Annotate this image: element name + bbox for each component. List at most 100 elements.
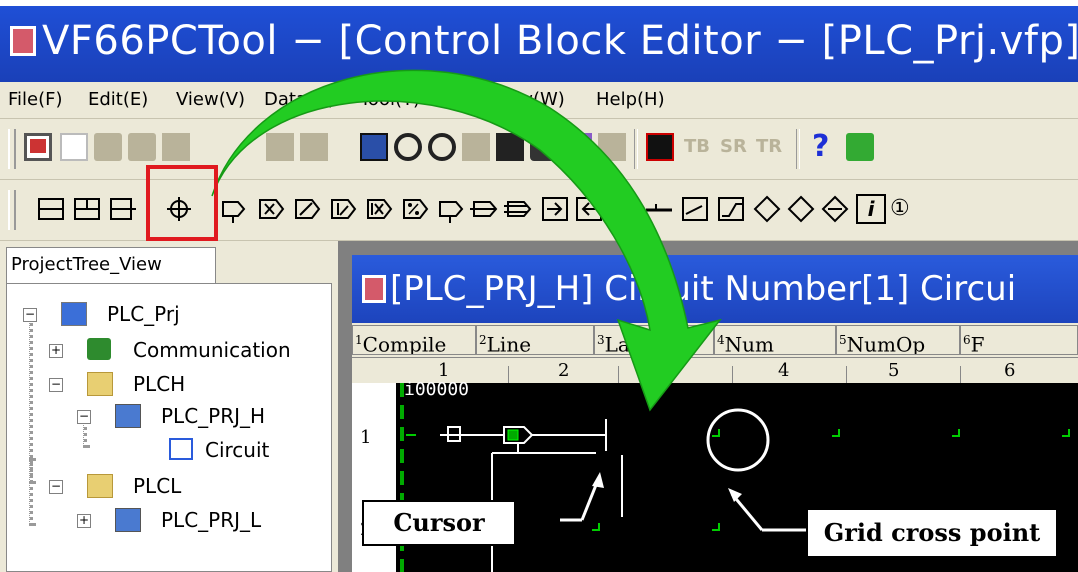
monitor-icon[interactable] xyxy=(24,133,52,161)
switch-box-icon[interactable] xyxy=(680,194,710,224)
grid-cross-point xyxy=(1062,429,1070,437)
expand-icon[interactable]: + xyxy=(77,514,91,528)
limiter-box-icon[interactable] xyxy=(716,194,746,224)
normally-closed-contact-icon[interactable] xyxy=(644,194,674,224)
tree-item-label: PLCH xyxy=(133,372,186,396)
triple-arrow-out-icon[interactable] xyxy=(504,194,534,224)
tab-project-tree[interactable]: ProjectTree_View xyxy=(6,247,216,283)
paste-special-icon[interactable] xyxy=(300,133,328,161)
menu-edit[interactable]: Edit(E) xyxy=(88,89,148,110)
waveform-icon[interactable] xyxy=(646,133,674,161)
import-icon[interactable] xyxy=(462,133,490,161)
column-number: 2 xyxy=(558,360,570,381)
column-number: 4 xyxy=(778,360,790,381)
editor-title-bar: [PLC_PRJ_H] Circuit Number[1] Circui xyxy=(352,255,1078,323)
number-circle-icon[interactable]: ① xyxy=(890,194,920,224)
diamond-both-icon[interactable] xyxy=(820,194,850,224)
circuit-icon xyxy=(169,438,193,460)
tab-ladder[interactable]: 3Ladder xyxy=(594,325,714,355)
print-preview-icon[interactable] xyxy=(530,133,558,161)
title-bar: VF66PCTool − [Control Block Editor − [PL… xyxy=(0,6,1078,82)
paste-icon[interactable] xyxy=(266,133,294,161)
toolbar-separator xyxy=(796,129,800,169)
tree-item-plc-prj-h[interactable]: − PLC_PRJ_H xyxy=(7,402,327,430)
double-box-icon[interactable] xyxy=(72,194,102,224)
double-arrow-out-icon[interactable] xyxy=(470,194,500,224)
collapse-icon[interactable]: − xyxy=(49,378,63,392)
windows-icon xyxy=(115,508,141,532)
toolbar-grip[interactable] xyxy=(8,190,16,230)
editor-window-icon[interactable] xyxy=(362,275,386,303)
open-folder-icon[interactable] xyxy=(94,133,122,161)
tree-item-label: PLCL xyxy=(133,474,182,498)
sr-icon[interactable]: SR xyxy=(720,133,748,161)
tree-item-label: Circuit xyxy=(205,438,270,462)
save-icon[interactable] xyxy=(162,133,190,161)
collapse-icon[interactable]: − xyxy=(49,480,63,494)
percent-block-icon[interactable] xyxy=(400,194,430,224)
grid-cross-point xyxy=(832,429,840,437)
tab-num[interactable]: 4Num xyxy=(714,325,836,355)
toolbar-grip[interactable] xyxy=(8,129,16,169)
collapse-icon[interactable]: − xyxy=(23,308,37,322)
column-number: 3 xyxy=(668,360,680,381)
menu-data[interactable]: Data(D) xyxy=(264,89,335,110)
window-title: VF66PCTool − [Control Block Editor − [PL… xyxy=(42,18,1078,64)
help-icon[interactable]: ? xyxy=(812,132,840,162)
menu-file[interactable]: File(F) xyxy=(8,89,63,110)
collapse-icon[interactable]: − xyxy=(77,410,91,424)
tree-item-communication[interactable]: + Communication xyxy=(7,336,327,364)
output-point-icon[interactable] xyxy=(218,194,248,224)
tab-numop[interactable]: 5NumOp xyxy=(836,325,960,355)
tree-item-plc-prj-l[interactable]: + PLC_PRJ_L xyxy=(7,506,327,534)
app-icon[interactable] xyxy=(10,26,36,56)
save-all-icon[interactable] xyxy=(496,133,524,161)
row-number: 1 xyxy=(360,427,372,448)
highlight-frame xyxy=(146,165,218,241)
export-icon[interactable] xyxy=(564,133,592,161)
grid-cross-point xyxy=(712,523,720,531)
diamond-right-icon[interactable] xyxy=(752,194,782,224)
tab-compile[interactable]: 1Compile xyxy=(352,325,476,355)
zoom-out-icon[interactable] xyxy=(428,133,456,161)
split-box-icon[interactable] xyxy=(36,194,66,224)
communication-icon[interactable] xyxy=(846,133,874,161)
print-icon[interactable] xyxy=(128,133,156,161)
tree-item-circuit[interactable]: Circuit xyxy=(7,436,327,464)
project-icon xyxy=(61,302,87,326)
new-file-icon[interactable] xyxy=(60,133,88,161)
expand-icon[interactable]: + xyxy=(49,344,63,358)
chart-icon[interactable] xyxy=(360,133,388,161)
communication-icon xyxy=(87,338,111,360)
tree-item-label: PLC_PRJ_H xyxy=(161,404,266,428)
mode-tabs: 1Compile 2Line 3Ladder 4Num 5NumOp 6F xyxy=(352,323,1078,357)
diamond-left-icon[interactable] xyxy=(786,194,816,224)
tb-icon[interactable]: TB xyxy=(684,133,712,161)
menu-tool[interactable]: Tool(T) xyxy=(360,89,420,110)
toolbar-separator xyxy=(634,129,638,169)
page-icon[interactable] xyxy=(598,133,626,161)
tr-icon[interactable]: TR xyxy=(756,133,784,161)
divide-block-icon[interactable] xyxy=(292,194,322,224)
arrow-box-left-icon[interactable] xyxy=(574,194,604,224)
normally-open-contact-icon[interactable] xyxy=(610,194,640,224)
tree-item-plcl[interactable]: − PLCL xyxy=(7,472,327,500)
menu-view[interactable]: View(V) xyxy=(176,89,245,110)
tab-line[interactable]: 2Line xyxy=(476,325,594,355)
arrow-box-right-icon[interactable] xyxy=(540,194,570,224)
contact-box-icon[interactable] xyxy=(108,194,138,224)
project-tree: − PLC_Prj + Communication − PLCH − PLC_P… xyxy=(6,283,332,572)
info-icon[interactable]: i xyxy=(856,194,886,224)
arrow-out-icon[interactable] xyxy=(436,194,466,224)
zoom-in-icon[interactable] xyxy=(394,133,422,161)
tree-item-plch[interactable]: − PLCH xyxy=(7,370,327,398)
multiply-block-icon[interactable] xyxy=(256,194,286,224)
integral-block-icon[interactable] xyxy=(328,194,358,224)
product-block-icon[interactable] xyxy=(364,194,394,224)
tab-f[interactable]: 6F xyxy=(960,325,1078,355)
tree-item-label: Communication xyxy=(133,338,291,362)
menu-window[interactable]: Window(W) xyxy=(462,89,565,110)
menu-help[interactable]: Help(H) xyxy=(596,89,665,110)
grid-cross-point-callout: Grid cross point xyxy=(806,508,1058,558)
tree-item-plc-prj[interactable]: − PLC_Prj xyxy=(7,300,327,328)
